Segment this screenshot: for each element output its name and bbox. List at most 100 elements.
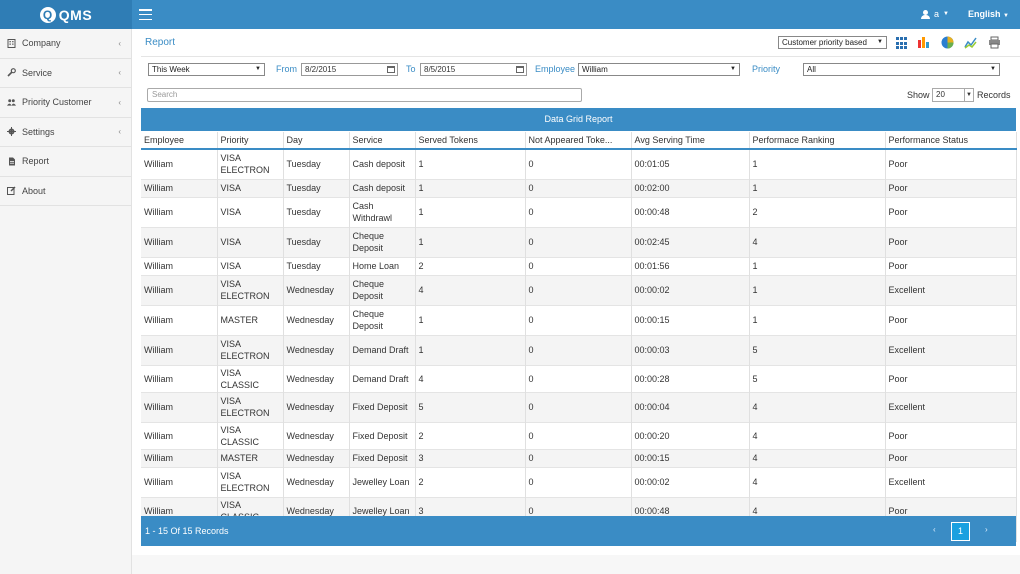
priority-label: Priority: [752, 64, 781, 74]
table-cell: 00:01:56: [631, 256, 750, 275]
table-row[interactable]: William VISA ELECTRON Wednesday Fixed Depos…: [141, 391, 1017, 422]
table-cell: Poor: [885, 421, 1017, 449]
table-cell: William: [141, 226, 218, 257]
table-cell: 2: [749, 196, 886, 227]
period-select[interactable]: This Week ▼: [148, 63, 265, 76]
table-cell: Tuesday: [283, 148, 350, 179]
column-header[interactable]: Served Tokens: [415, 132, 526, 150]
table-row[interactable]: William VISA ELECTRON Tuesday Cash deposit 1…: [141, 148, 1017, 179]
language-menu[interactable]: English ▼: [968, 9, 1009, 19]
column-header[interactable]: Avg Serving Time: [631, 132, 750, 150]
table-row[interactable]: William VISA Tuesday Cash Withdrawl 1 0 00:00:…: [141, 196, 1017, 227]
search-input[interactable]: Search: [147, 88, 582, 102]
table-row[interactable]: William VISA CLASSIC Wednesday Fixed Deposi…: [141, 421, 1017, 449]
print-icon[interactable]: [988, 36, 1001, 49]
table-cell: 2: [415, 256, 526, 275]
column-header[interactable]: Day: [283, 132, 350, 150]
calendar-icon[interactable]: [387, 66, 395, 73]
column-header[interactable]: Service: [349, 132, 416, 150]
table-row[interactable]: William VISA Tuesday Cash deposit 1 0 00:02:00…: [141, 178, 1017, 197]
table-cell: Wednesday: [283, 466, 350, 497]
table-row[interactable]: William VISA Tuesday Home Loan 2 0 00:01:56 1 Po…: [141, 256, 1017, 275]
pager-page-button[interactable]: 1: [951, 522, 970, 541]
table-cell: 4: [749, 466, 886, 497]
from-date-input[interactable]: 8/2/2015: [301, 63, 398, 76]
table-cell: Cash Withdrawl: [349, 196, 416, 227]
column-header[interactable]: Not Appeared Toke...: [525, 132, 632, 150]
chevron-left-icon: ‹: [118, 127, 121, 137]
table-row[interactable]: William MASTER Wednesday Fixed Deposit 3 0 00:…: [141, 448, 1017, 467]
employee-value: William: [582, 65, 608, 74]
report-type-select[interactable]: Customer priority based ▼: [778, 36, 887, 49]
table-row[interactable]: William VISA ELECTRON Wednesday Demand Draf…: [141, 334, 1017, 365]
caret-down-icon: ▼: [877, 39, 883, 45]
sidebar-item-company[interactable]: Company ‹: [0, 29, 131, 59]
to-date-input[interactable]: 8/5/2015: [420, 63, 527, 76]
document-icon: [7, 157, 16, 166]
sidebar-item-about[interactable]: About: [0, 177, 131, 206]
bar-chart-icon[interactable]: [917, 36, 930, 49]
show-label: Show: [907, 90, 930, 100]
sidebar-item-settings[interactable]: Settings ‹: [0, 118, 131, 147]
table-cell: 0: [525, 226, 632, 257]
table-cell: Poor: [885, 364, 1017, 392]
table-cell: William: [141, 256, 218, 275]
logo-mark: Q: [39, 6, 56, 23]
table-row[interactable]: William VISA Tuesday Cheque Deposit 1 0 00:02:…: [141, 226, 1017, 257]
pager-next-icon[interactable]: ›: [985, 525, 988, 534]
caret-down-icon: ▼: [730, 66, 736, 72]
table-cell: Poor: [885, 226, 1017, 257]
table-cell: 00:00:48: [631, 196, 750, 227]
table-cell: VISA CLASSIC: [217, 421, 284, 449]
column-header[interactable]: Performace Ranking: [749, 132, 886, 150]
table-row[interactable]: William MASTER Wednesday Cheque Deposit 1 0 00…: [141, 304, 1017, 335]
table-cell: 1: [749, 274, 886, 305]
caret-down-icon: ▼: [943, 11, 949, 17]
report-table: Employee Priority Day Service Served Tok…: [141, 132, 1017, 542]
brand[interactable]: Q QMS: [0, 0, 132, 29]
table-cell: Cheque Deposit: [349, 274, 416, 305]
table-cell: Poor: [885, 178, 1017, 197]
grid-view-icon[interactable]: [896, 37, 909, 50]
priority-select[interactable]: All ▼: [803, 63, 1000, 76]
records-summary: 1 - 15 Of 15 Records: [145, 526, 229, 536]
records-per-page-select[interactable]: 20 ▼: [932, 88, 974, 102]
sidebar-item-priority-customer[interactable]: Priority Customer ‹: [0, 88, 131, 118]
table-cell: William: [141, 448, 218, 467]
table-cell: Wednesday: [283, 391, 350, 422]
pie-chart-icon[interactable]: [941, 36, 954, 49]
to-label: To: [406, 64, 416, 74]
line-chart-icon[interactable]: [964, 36, 977, 49]
menu-toggle-icon[interactable]: [139, 9, 152, 20]
table-cell: Wednesday: [283, 448, 350, 467]
pager-prev-icon[interactable]: ‹: [933, 525, 936, 534]
employee-select[interactable]: William ▼: [578, 63, 740, 76]
table-cell: William: [141, 178, 218, 197]
table-row[interactable]: William VISA ELECTRON Wednesday Cheque Depo…: [141, 274, 1017, 305]
table-cell: Jewelley Loan: [349, 466, 416, 497]
calendar-icon[interactable]: [516, 66, 524, 73]
table-cell: VISA: [217, 178, 284, 197]
user-icon: [921, 9, 930, 19]
period-value: This Week: [152, 65, 190, 74]
column-header[interactable]: Employee: [141, 132, 218, 150]
table-cell: William: [141, 466, 218, 497]
table-row[interactable]: William VISA CLASSIC Wednesday Demand Draft…: [141, 364, 1017, 392]
table-cell: Wednesday: [283, 304, 350, 335]
table-row[interactable]: William VISA ELECTRON Wednesday Jewelley Lo…: [141, 466, 1017, 497]
table-cell: 3: [415, 448, 526, 467]
table-cell: 5: [749, 334, 886, 365]
user-menu[interactable]: a ▼: [921, 9, 949, 19]
table-cell: Wednesday: [283, 421, 350, 449]
column-header[interactable]: Priority: [217, 132, 284, 150]
table-cell: Excellent: [885, 334, 1017, 365]
sidebar-item-report[interactable]: Report: [0, 147, 131, 177]
table-cell: VISA ELECTRON: [217, 274, 284, 305]
table-cell: VISA: [217, 226, 284, 257]
table-cell: William: [141, 304, 218, 335]
sidebar-item-service[interactable]: Service ‹: [0, 59, 131, 88]
table-cell: Fixed Deposit: [349, 391, 416, 422]
logo-text: QMS: [58, 6, 93, 23]
column-header[interactable]: Performance Status: [885, 132, 1017, 150]
title-divider: [141, 56, 1020, 57]
